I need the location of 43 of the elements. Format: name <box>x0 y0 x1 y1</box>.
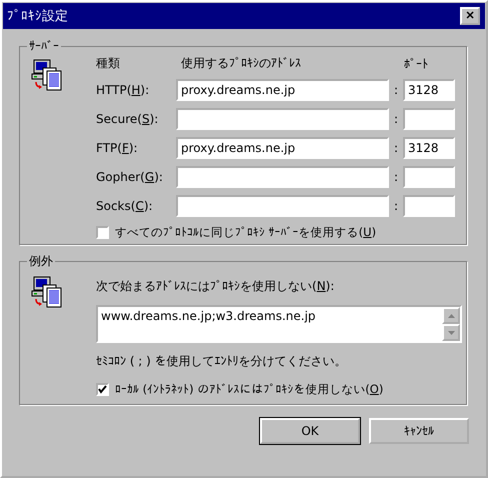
close-button[interactable]: ✕ <box>460 7 480 25</box>
port-field[interactable] <box>403 108 455 130</box>
separator-label: : <box>392 170 400 184</box>
address-field[interactable] <box>176 166 389 188</box>
port-field[interactable]: 3128 <box>403 79 455 101</box>
checkbox-label: すべてのﾌﾟﾛﾄｺﾙに同じﾌﾟﾛｷｼ ｻｰﾊﾞｰを使用する(U) <box>115 225 376 240</box>
exceptions-text-area[interactable]: www.dreams.ne.jp;w3.dreams.ne.jp <box>96 305 462 343</box>
window-title: ﾌﾟﾛｷｼ設定 <box>7 8 68 25</box>
hint-text: ｾﾐｺﾛﾝ ( ; ) を使用してｴﾝﾄﾘを分けてください。 <box>96 353 348 370</box>
cancel-button[interactable]: ｷｬﾝｾﾙ <box>369 418 469 444</box>
ok-button[interactable]: OK <box>260 418 360 444</box>
network-computer-icon <box>30 274 64 308</box>
field-label: Gopher(G): <box>96 170 164 184</box>
field-value: www.dreams.ne.jp;w3.dreams.ne.jp <box>100 308 317 325</box>
separator-label: : <box>392 141 400 155</box>
port-field[interactable] <box>403 195 455 217</box>
network-computer-icon <box>30 57 64 91</box>
field-label: 次で始まるｱﾄﾞﾚｽにはﾌﾟﾛｷｼを使用しない(N): <box>96 278 336 295</box>
scroll-up-button[interactable] <box>442 307 460 324</box>
address-field[interactable] <box>176 195 389 217</box>
group-title: ｻｰﾊﾞｰ <box>28 39 60 53</box>
field-label: Secure(S): <box>96 112 160 126</box>
down-arrow-icon <box>448 330 454 334</box>
field-label: Socks(C): <box>96 199 154 213</box>
checkbox[interactable] <box>96 383 109 396</box>
separator-label: : <box>392 199 400 213</box>
separator-label: : <box>392 112 400 126</box>
checkbox[interactable] <box>96 226 109 239</box>
port-field[interactable]: 3128 <box>403 137 455 159</box>
checkbox-label: ﾛｰｶﾙ (ｲﾝﾄﾗﾈｯﾄ) のｱﾄﾞﾚｽにはﾌﾟﾛｷｼを使用しない(O) <box>115 382 384 397</box>
address-field[interactable] <box>176 108 389 130</box>
scroll-down-button[interactable] <box>442 324 460 341</box>
address-field[interactable]: proxy.dreams.ne.jp <box>176 79 389 101</box>
up-arrow-icon <box>448 314 454 318</box>
column-header: 種類 <box>96 55 121 72</box>
column-header: 使用するﾌﾟﾛｷｼのｱﾄﾞﾚｽ <box>180 55 302 72</box>
port-field[interactable] <box>403 166 455 188</box>
group-title: 例外 <box>28 253 54 270</box>
address-field[interactable]: proxy.dreams.ne.jp <box>176 137 389 159</box>
field-label: HTTP(H): <box>96 83 150 97</box>
field-label: FTP(F): <box>96 141 139 155</box>
separator-label: : <box>392 83 400 97</box>
column-header: ﾎﾟｰﾄ <box>403 56 429 70</box>
